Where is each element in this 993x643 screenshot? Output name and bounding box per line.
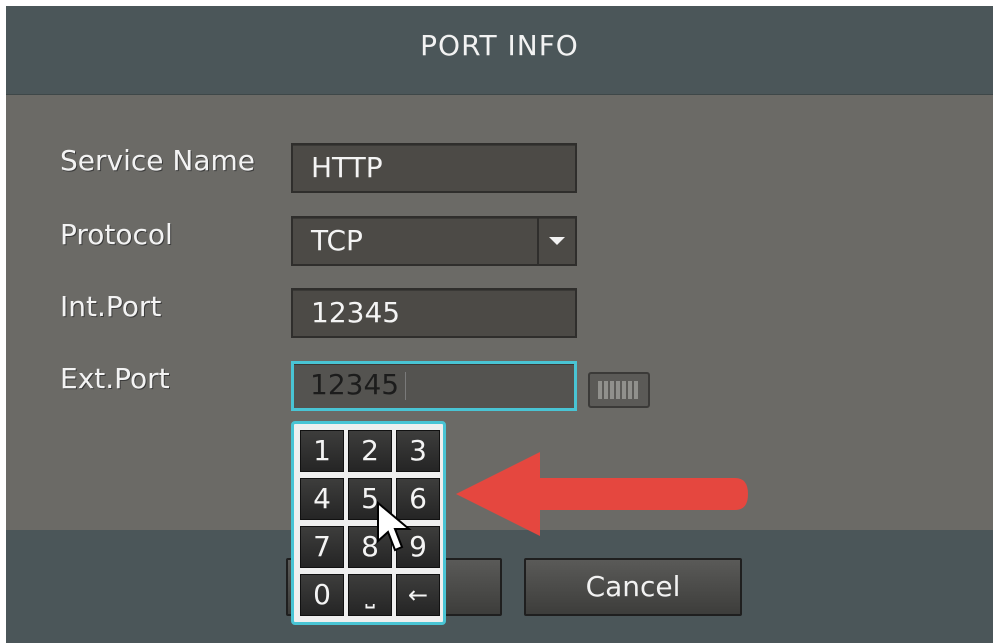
dialog-footer: Cancel <box>6 530 993 643</box>
dialog-title: PORT INFO <box>420 29 579 62</box>
key-2[interactable]: 2 <box>348 430 392 472</box>
keyboard-icon[interactable] <box>588 372 650 408</box>
key-0[interactable]: 0 <box>300 574 344 616</box>
keyboard-keys-graphic <box>598 381 640 399</box>
key-3[interactable]: 3 <box>396 430 440 472</box>
int-port-label: Int.Port <box>60 290 162 323</box>
title-bar: PORT INFO <box>6 6 993 95</box>
port-info-dialog: PORT INFO Service Name Protocol Int.Port… <box>6 6 993 643</box>
key-7[interactable]: 7 <box>300 526 344 568</box>
protocol-select[interactable]: TCP <box>291 216 577 266</box>
text-caret <box>405 372 406 400</box>
ext-port-label: Ext.Port <box>60 362 170 395</box>
service-name-label: Service Name <box>60 144 255 177</box>
ext-port-value: 12345 <box>310 368 400 401</box>
cancel-button[interactable]: Cancel <box>524 558 742 616</box>
service-name-value: HTTP <box>311 151 383 184</box>
protocol-label: Protocol <box>60 218 173 251</box>
key-1[interactable]: 1 <box>300 430 344 472</box>
backspace-key[interactable]: ← <box>396 574 440 616</box>
service-name-field[interactable]: HTTP <box>291 143 577 193</box>
numeric-keypad: 1 2 3 4 5 6 7 8 9 0 ⎵ ← <box>291 421 446 625</box>
chevron-down-icon[interactable] <box>537 218 575 264</box>
ext-port-field[interactable]: 12345 <box>291 361 577 411</box>
int-port-field[interactable]: 12345 <box>291 288 577 338</box>
space-key[interactable]: ⎵ <box>348 574 392 616</box>
protocol-value: TCP <box>311 224 363 257</box>
key-4[interactable]: 4 <box>300 478 344 520</box>
mouse-pointer-icon <box>377 501 412 552</box>
int-port-value: 12345 <box>311 296 401 329</box>
